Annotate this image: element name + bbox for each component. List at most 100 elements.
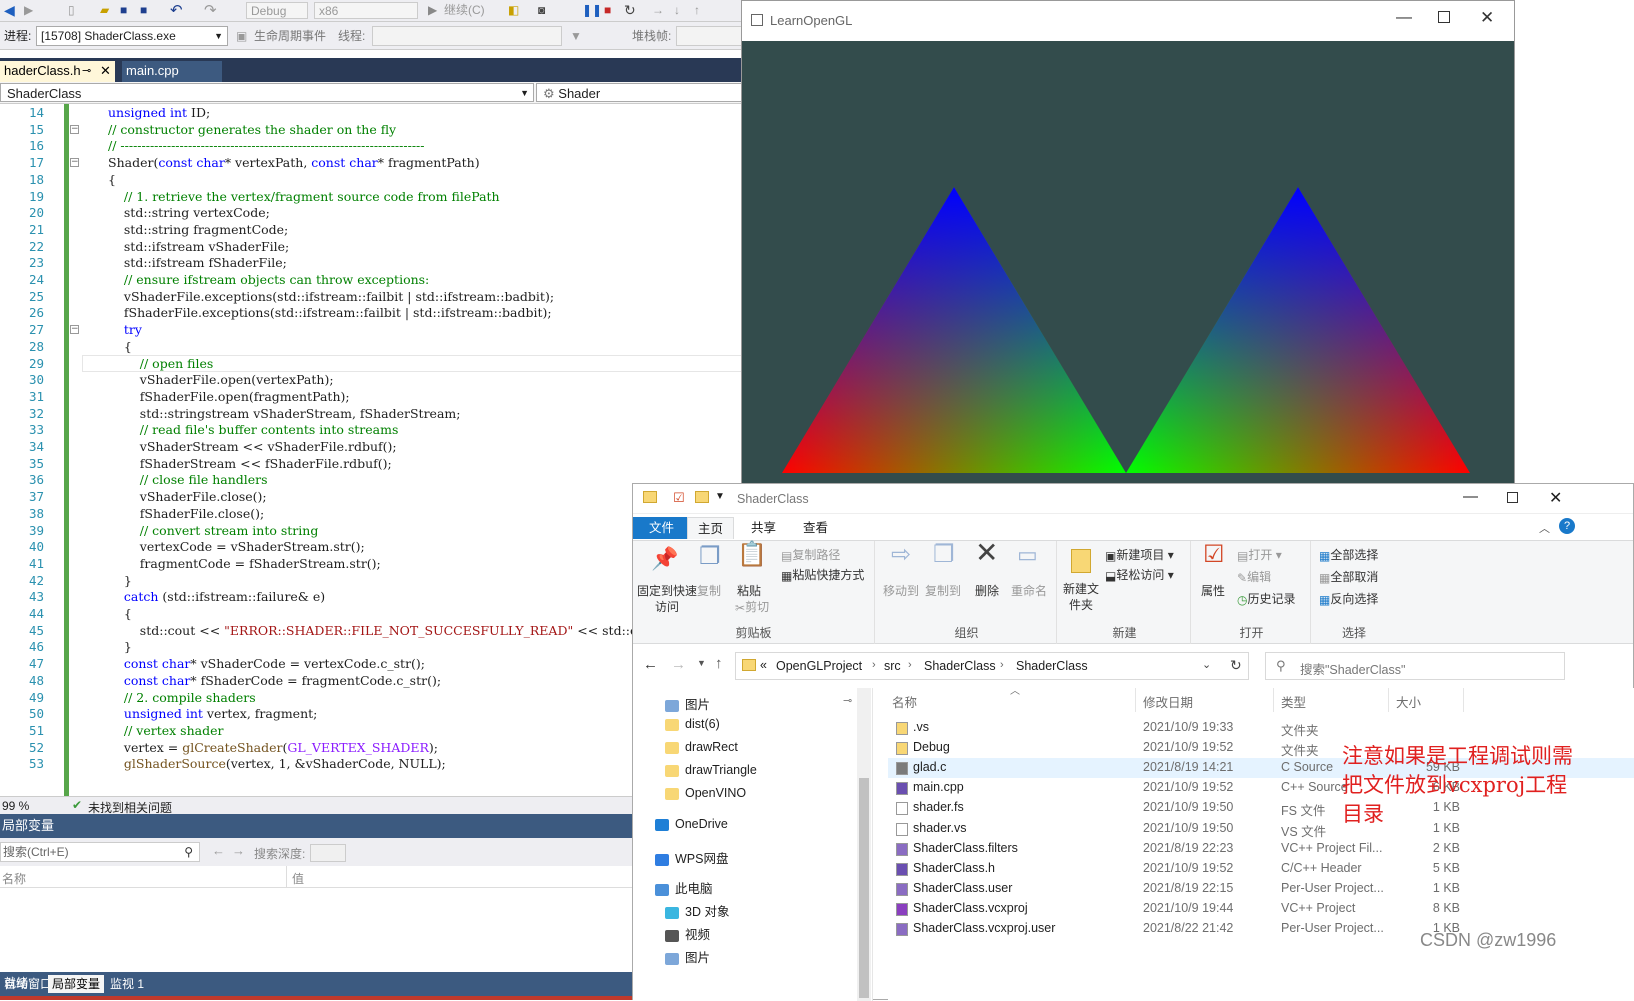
code-line[interactable]: fragmentCode = fShaderStream.str(); — [108, 556, 381, 571]
code-line[interactable]: catch (std::ifstream::failure& e) — [108, 589, 325, 604]
thread-select[interactable] — [372, 26, 562, 46]
code-line[interactable]: vShaderFile.open(vertexPath); — [108, 372, 334, 387]
save-all-icon[interactable]: ■ — [140, 2, 147, 19]
restart-icon[interactable]: ↻ — [624, 2, 636, 19]
code-line[interactable]: std::string vertexCode; — [108, 205, 270, 220]
close-icon[interactable]: ✕ — [100, 61, 111, 81]
nav-item[interactable]: drawTriangle — [665, 763, 757, 777]
code-line[interactable]: // 2. compile shaders — [108, 690, 256, 705]
code-line[interactable]: fShaderFile.close(); — [108, 506, 264, 521]
tab-main-cpp[interactable]: main.cpp — [122, 61, 222, 82]
code-line[interactable]: // ensure ifstream objects can throw exc… — [108, 272, 429, 287]
pause-icon[interactable]: ❚❚ — [582, 2, 602, 19]
code-line[interactable]: vertexCode = vShaderStream.str(); — [108, 539, 365, 554]
code-line[interactable]: // 1. retrieve the vertex/fragment sourc… — [108, 189, 500, 204]
column-size[interactable]: 大小 — [1396, 692, 1421, 711]
paste-shortcut-button[interactable]: ▦ 粘贴快捷方式 — [781, 567, 864, 584]
nav-item[interactable]: WPS网盘 — [655, 848, 728, 867]
code-line[interactable]: } — [108, 573, 132, 588]
camera-icon[interactable]: ◙ — [538, 2, 545, 19]
nav-item[interactable]: 图片 — [665, 947, 710, 966]
nav-item[interactable]: 3D 对象 — [665, 901, 729, 920]
search-forward-icon[interactable]: → — [232, 843, 245, 858]
column-date[interactable]: 修改日期 — [1143, 692, 1193, 711]
code-line[interactable]: std::string fragmentCode; — [108, 222, 288, 237]
code-line[interactable]: vShaderFile.close(); — [108, 489, 267, 504]
lifecycle-events-button[interactable]: 生命周期事件 — [254, 27, 326, 45]
edit-button[interactable]: ✎ 编辑 — [1237, 569, 1271, 586]
code-line[interactable]: Shader(const char* vertexPath, const cha… — [108, 155, 480, 170]
filter-icon[interactable]: ▼ — [570, 27, 582, 45]
help-icon[interactable]: ? — [1559, 518, 1575, 534]
collapse-ribbon-icon[interactable]: ︿ — [1539, 520, 1550, 536]
maximize-icon[interactable] — [1438, 11, 1450, 23]
code-line[interactable]: // vertex shader — [108, 723, 224, 738]
attach-icon[interactable]: ◧ — [508, 2, 519, 19]
properties-icon[interactable]: ☑ — [673, 490, 685, 506]
pin-quick-access-button[interactable]: 固定到快速访问 — [637, 583, 697, 615]
close-icon[interactable]: ✕ — [1480, 8, 1494, 28]
move-to-button[interactable]: 移动到 — [883, 583, 919, 599]
copy-button[interactable]: 复制 — [697, 583, 721, 599]
tab-share[interactable]: 共享 — [741, 517, 786, 539]
tab-file[interactable]: 文件 — [633, 517, 691, 539]
easy-access-button[interactable]: ⬓ 轻松访问 ▾ — [1105, 567, 1174, 584]
code-line[interactable]: fShaderFile.exceptions(std::ifstream::fa… — [108, 305, 552, 320]
redo-icon[interactable]: ↷ — [204, 2, 217, 19]
minimize-icon[interactable]: — — [1463, 488, 1478, 505]
tab-watch-1[interactable]: 监视 1 — [106, 975, 148, 993]
column-type[interactable]: 类型 — [1281, 692, 1306, 711]
file-row[interactable]: ShaderClass.vcxproj 2021/10/9 19:44 VC++ P… — [888, 899, 1634, 919]
step-out-icon[interactable]: ↑ — [694, 2, 700, 19]
continue-button[interactable]: 继续(C) — [444, 2, 485, 19]
file-row[interactable]: .vs 2021/10/9 19:33 文件夹 — [888, 718, 1634, 738]
code-line[interactable]: vShaderFile.exceptions(std::ifstream::fa… — [108, 289, 554, 304]
collapse-toggle-icon[interactable]: − — [70, 158, 79, 168]
code-line[interactable]: vShaderStream << vShaderFile.rdbuf(); — [108, 439, 397, 454]
collapse-toggle-icon[interactable]: − — [70, 124, 79, 134]
scrollbar-thumb[interactable] — [859, 778, 869, 998]
open-folder-icon[interactable]: ▰ — [100, 2, 109, 19]
delete-button[interactable]: 删除 — [975, 583, 999, 599]
collapse-toggle-icon[interactable]: − — [70, 325, 79, 335]
locals-search-input[interactable]: 搜索(Ctrl+E) ⚲ — [0, 842, 200, 862]
tab-locals[interactable]: 局部变量 — [48, 975, 105, 993]
open-button[interactable]: ▤ 打开 ▾ — [1237, 547, 1282, 564]
refresh-icon[interactable]: ↻ — [1230, 657, 1242, 674]
file-row[interactable]: ShaderClass.user 2021/8/19 22:15 Per-User … — [888, 879, 1634, 899]
code-line[interactable]: fShaderFile.open(fragmentPath); — [108, 389, 350, 404]
address-bar[interactable]: « OpenGLProject › src › ShaderClass › Sh… — [735, 652, 1249, 680]
tab-shaderclass-h[interactable]: haderClass.h ⊸ ✕ — [0, 61, 115, 82]
breadcrumb-item[interactable]: src — [884, 659, 901, 673]
code-line[interactable]: } — [108, 639, 132, 654]
code-line[interactable]: std::ifstream fShaderFile; — [108, 255, 287, 270]
code-line[interactable]: { — [108, 606, 132, 621]
nav-item[interactable]: 图片 — [665, 694, 710, 713]
properties-button[interactable]: 属性 — [1201, 583, 1225, 599]
forward-icon[interactable]: → — [671, 656, 686, 673]
select-all-button[interactable]: ▦ 全部选择 — [1319, 547, 1378, 564]
code-line[interactable]: std::ifstream vShaderFile; — [108, 239, 289, 254]
pin-icon[interactable]: ⊸ — [82, 61, 91, 81]
chevron-down-icon[interactable]: ⌄ — [1202, 658, 1211, 671]
minimize-icon[interactable]: — — [1396, 9, 1412, 27]
gl-render-canvas[interactable] — [742, 41, 1514, 488]
step-into-icon[interactable]: ↓ — [674, 2, 680, 19]
column-value[interactable]: 值 — [292, 870, 304, 887]
code-line[interactable]: // constructor generates the shader on t… — [108, 122, 396, 137]
code-line[interactable]: glShaderSource(vertex, 1, &vShaderCode, … — [108, 756, 446, 771]
cut-button[interactable]: ✂ 剪切 — [735, 599, 769, 616]
zoom-level[interactable]: 99 % — [2, 799, 29, 813]
recent-locations-icon[interactable]: ▼ — [697, 658, 706, 668]
search-depth-select[interactable] — [310, 844, 346, 862]
breadcrumb-item[interactable]: ShaderClass — [924, 659, 996, 673]
nav-item[interactable]: OneDrive — [655, 817, 728, 831]
column-name[interactable]: 名称 — [892, 692, 917, 711]
undo-icon[interactable]: ↶ — [170, 2, 183, 19]
code-line[interactable]: // -------------------------------------… — [108, 138, 425, 153]
scope-select[interactable]: ShaderClass ▼ — [0, 83, 534, 102]
code-line[interactable]: unsigned int ID; — [108, 105, 210, 120]
platform-select[interactable]: x86 — [314, 2, 418, 19]
nav-scrollbar[interactable] — [857, 688, 871, 1001]
code-line[interactable]: fShaderStream << fShaderFile.rdbuf(); — [108, 456, 392, 471]
